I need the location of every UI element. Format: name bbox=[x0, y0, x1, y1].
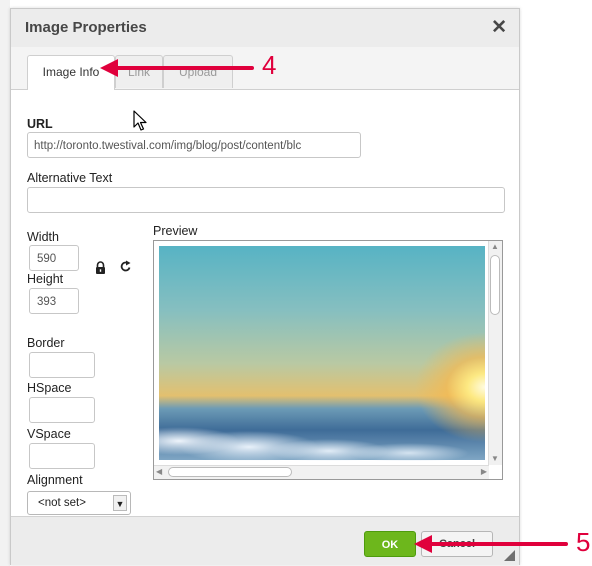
width-input[interactable]: 590 bbox=[29, 245, 79, 271]
url-input[interactable]: http://toronto.twestival.com/img/blog/po… bbox=[27, 132, 361, 158]
horizontal-scroll-thumb[interactable] bbox=[168, 467, 292, 477]
vspace-label: VSpace bbox=[27, 427, 71, 441]
border-input[interactable] bbox=[29, 352, 95, 378]
background-edge bbox=[0, 0, 10, 566]
tab-content: URL http://toronto.twestival.com/img/blo… bbox=[11, 90, 519, 516]
dialog-titlebar: Image Properties ✕ bbox=[11, 9, 519, 48]
lock-icon[interactable] bbox=[95, 261, 106, 277]
alignment-select[interactable]: <not set> ▼ bbox=[27, 491, 131, 515]
reset-size-icon[interactable] bbox=[120, 260, 132, 276]
alignment-label: Alignment bbox=[27, 473, 83, 487]
preview-horizontal-scrollbar[interactable]: ◀ ▶ bbox=[154, 465, 489, 479]
preview-box: ▲ ▼ ◀ ▶ bbox=[153, 240, 503, 480]
mouse-cursor-icon bbox=[133, 110, 147, 131]
width-label: Width bbox=[27, 230, 59, 244]
preview-label: Preview bbox=[153, 224, 198, 238]
alt-text-input[interactable] bbox=[27, 187, 505, 213]
height-label: Height bbox=[27, 272, 64, 286]
vspace-input[interactable] bbox=[29, 443, 95, 469]
close-icon[interactable]: ✕ bbox=[491, 16, 507, 39]
scroll-right-icon[interactable]: ▶ bbox=[481, 467, 487, 477]
preview-clouds bbox=[159, 401, 485, 461]
vertical-scroll-thumb[interactable] bbox=[490, 255, 500, 315]
chevron-down-icon[interactable]: ▼ bbox=[113, 495, 127, 511]
scroll-up-icon[interactable]: ▲ bbox=[491, 242, 499, 252]
annotation-step-4: 4 bbox=[262, 50, 277, 80]
hspace-label: HSpace bbox=[27, 381, 72, 395]
annotation-arrow-4-icon bbox=[100, 59, 254, 77]
annotation-arrow-5-icon bbox=[414, 535, 568, 553]
scroll-left-icon[interactable]: ◀ bbox=[156, 467, 162, 477]
preview-vertical-scrollbar[interactable]: ▲ ▼ bbox=[488, 241, 502, 465]
alignment-value: <not set> bbox=[38, 497, 86, 509]
dialog-title: Image Properties bbox=[25, 19, 147, 36]
border-label: Border bbox=[27, 336, 65, 350]
image-properties-dialog: Image Properties ✕ Image Info Link Uploa… bbox=[10, 8, 520, 565]
ok-button[interactable]: OK bbox=[364, 531, 416, 557]
url-label: URL bbox=[27, 117, 53, 131]
height-input[interactable]: 393 bbox=[29, 288, 79, 314]
alt-text-label: Alternative Text bbox=[27, 171, 113, 185]
scroll-down-icon[interactable]: ▼ bbox=[491, 454, 499, 464]
hspace-input[interactable] bbox=[29, 397, 95, 423]
annotation-step-5: 5 bbox=[576, 527, 591, 557]
